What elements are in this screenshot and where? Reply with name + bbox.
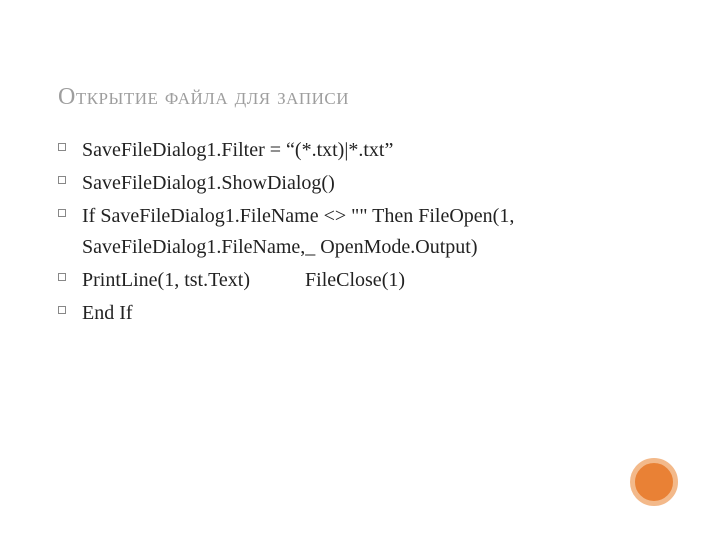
list-item-text: If SaveFileDialog1.FileName <> "" Then F… bbox=[82, 205, 514, 258]
bullet-list: SaveFileDialog1.Filter = “(*.txt)|*.txt”… bbox=[58, 135, 662, 329]
list-item: End If bbox=[58, 298, 662, 329]
list-item-text: End If bbox=[82, 302, 133, 324]
list-item: PrintLine(1, tst.Text) FileClose(1) bbox=[58, 265, 662, 296]
bullet-icon bbox=[58, 306, 66, 314]
bullet-icon bbox=[58, 176, 66, 184]
bullet-icon bbox=[58, 143, 66, 151]
list-item-text: SaveFileDialog1.ShowDialog() bbox=[82, 172, 335, 194]
slide-title: Открытие файла для записи bbox=[58, 84, 662, 111]
decorative-circle-icon bbox=[630, 458, 678, 506]
list-item: If SaveFileDialog1.FileName <> "" Then F… bbox=[58, 201, 662, 263]
list-item-text: PrintLine(1, tst.Text) FileClose(1) bbox=[82, 269, 405, 291]
slide: Открытие файла для записи SaveFileDialog… bbox=[0, 0, 720, 540]
list-item: SaveFileDialog1.ShowDialog() bbox=[58, 168, 662, 199]
list-item: SaveFileDialog1.Filter = “(*.txt)|*.txt” bbox=[58, 135, 662, 166]
list-item-text: SaveFileDialog1.Filter = “(*.txt)|*.txt” bbox=[82, 139, 393, 161]
bullet-icon bbox=[58, 209, 66, 217]
bullet-icon bbox=[58, 273, 66, 281]
